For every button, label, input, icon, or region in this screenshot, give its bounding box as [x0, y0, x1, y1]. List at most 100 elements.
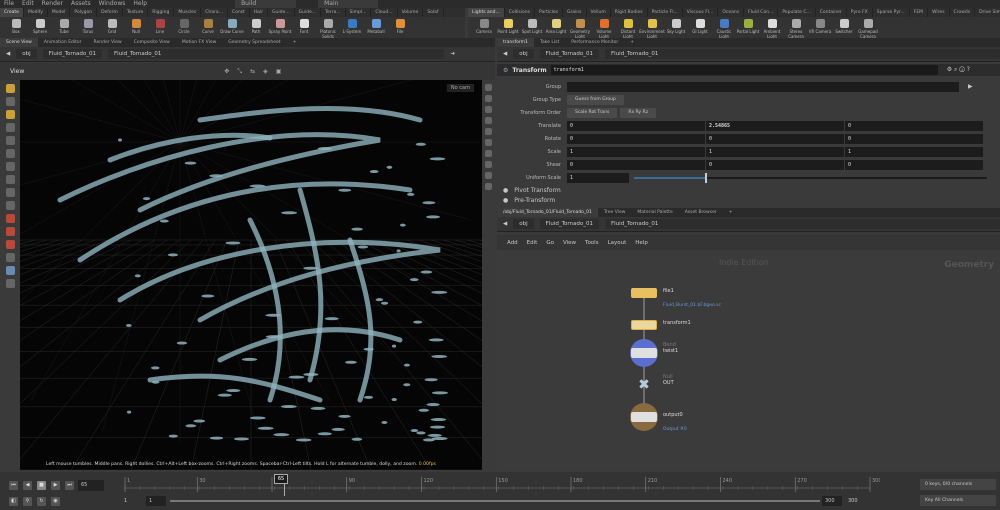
node-name[interactable]: twist1: [663, 348, 678, 354]
group-type-menu[interactable]: Guess from Group: [567, 94, 624, 105]
shelf-tool[interactable]: Volume Light: [592, 17, 616, 38]
shelf-tool[interactable]: GI Light: [688, 17, 712, 34]
viewport-tool-icons[interactable]: ✥⤡⇆◈▣: [224, 68, 289, 76]
pane-tab[interactable]: Asset Browser: [679, 210, 723, 215]
network-menu-item[interactable]: View: [563, 240, 576, 246]
param-field[interactable]: 0: [845, 133, 983, 144]
audio-button[interactable]: ◧: [9, 497, 18, 506]
right-toolbar[interactable]: [482, 80, 495, 470]
network-editor[interactable]: Indie Edition Geometry file1 Fluid_Burst_…: [497, 250, 1000, 470]
pivot-transform-folder[interactable]: Pivot Transform: [514, 187, 560, 194]
shelf-tool[interactable]: Portal Light: [736, 17, 760, 34]
loop-button[interactable]: ↻: [37, 497, 46, 506]
back-icon[interactable]: ◀: [6, 51, 10, 57]
uniform-scale-field[interactable]: 1: [567, 172, 629, 183]
shelf-tool[interactable]: Grid: [100, 17, 124, 34]
param-field[interactable]: 0: [845, 159, 983, 170]
pane-tab[interactable]: Animation Editor: [38, 40, 88, 45]
network-menu-item[interactable]: Edit: [527, 240, 538, 246]
path-object[interactable]: Fluid_Tornado_01: [42, 49, 102, 59]
shelf-tab[interactable]: Muscles: [174, 8, 202, 17]
timeline-ruler[interactable]: 1306090120150180210240270300: [120, 474, 880, 496]
desktop-select[interactable]: Build: [235, 0, 297, 8]
shelf-tool[interactable]: Switcher: [832, 17, 856, 34]
param-field[interactable]: 0: [567, 120, 705, 131]
start-frame[interactable]: 1: [124, 498, 127, 504]
shelf-tab[interactable]: Polygon: [70, 8, 98, 17]
play-button[interactable]: ▶: [51, 481, 60, 490]
shelf-tool[interactable]: Circle: [172, 17, 196, 34]
pane-tab[interactable]: Render View: [88, 40, 128, 45]
node-twist1[interactable]: [631, 348, 657, 358]
current-frame-field[interactable]: 65: [78, 480, 104, 491]
shelf-tool[interactable]: Sky Light: [664, 17, 688, 34]
shelf-tab[interactable]: Grains: [563, 8, 587, 17]
jump-start-button[interactable]: ⏮: [9, 481, 18, 490]
pane-tab[interactable]: Material Palette: [631, 210, 678, 215]
main-select[interactable]: Main: [318, 0, 379, 8]
param-field[interactable]: 1: [706, 146, 844, 157]
path-obj[interactable]: obj: [513, 49, 534, 59]
shelf-tool[interactable]: Geometry Light: [568, 17, 592, 38]
path-geo[interactable]: Fluid_Tornado_01: [108, 49, 445, 59]
shelf-tab[interactable]: Lights and...: [468, 8, 505, 17]
shelf-tab[interactable]: Deform: [97, 8, 123, 17]
param-field[interactable]: 0: [706, 133, 844, 144]
shelf-tab[interactable]: Particle Fl...: [648, 8, 683, 17]
add-tab-icon[interactable]: +: [624, 40, 640, 45]
range-slider[interactable]: [170, 500, 820, 502]
shelf-tool[interactable]: Font: [292, 17, 316, 34]
shelf-tool[interactable]: Tube: [52, 17, 76, 34]
network-menu-item[interactable]: Layout: [608, 240, 627, 246]
shelf-tool[interactable]: Stereo Camera: [784, 17, 808, 38]
pane-tab[interactable]: Composite View: [128, 40, 176, 45]
shelf-tab[interactable]: Pyro FX: [847, 8, 873, 17]
node-name[interactable]: OUT: [663, 380, 674, 386]
shelf-tool[interactable]: Sphere: [28, 17, 52, 34]
pane-tab[interactable]: Geometry Spreadsheet: [222, 40, 286, 45]
shelf-tab[interactable]: Sparse Pyr...: [873, 8, 910, 17]
shelf-tool[interactable]: Curve: [196, 17, 220, 34]
add-tab-icon[interactable]: +: [287, 40, 303, 45]
shelf-tool[interactable]: Point Light: [496, 17, 520, 34]
rotate-order-menu[interactable]: Rx Ry Rz: [620, 107, 656, 118]
menu-edit[interactable]: Edit: [22, 0, 34, 8]
back-icon[interactable]: ◀: [503, 221, 507, 227]
jump-end-button[interactable]: ⏭: [65, 481, 74, 490]
shelf-tool[interactable]: Platonic Solids: [316, 17, 340, 38]
shelf-tool[interactable]: Caustic Light: [712, 17, 736, 38]
param-field[interactable]: 0: [567, 159, 705, 170]
shelf-tab[interactable]: Texture: [123, 8, 149, 17]
key-all-channels-button[interactable]: Key All Channels: [920, 495, 996, 506]
left-toolbar[interactable]: [0, 80, 20, 470]
pre-transform-folder[interactable]: Pre-Transform: [514, 197, 555, 204]
end-frame[interactable]: 300: [848, 498, 858, 504]
frame-marker[interactable]: 65: [274, 474, 288, 484]
shelf-tool[interactable]: Metaball: [364, 17, 388, 34]
shelf-tab[interactable]: Fluid Con...: [744, 8, 779, 17]
group-field[interactable]: [567, 81, 959, 92]
pane-tab[interactable]: Tree View: [598, 210, 632, 215]
uniform-scale-slider[interactable]: [634, 172, 987, 183]
shelf-tab[interactable]: Rigid Bodies: [611, 8, 648, 17]
node-name-field[interactable]: transform1: [550, 65, 938, 75]
pane-tab[interactable]: transform1: [497, 38, 534, 47]
param-field[interactable]: 1: [845, 146, 983, 157]
shelf-tool[interactable]: File: [388, 17, 412, 34]
shelf-tool[interactable]: Torus: [76, 17, 100, 34]
shelf-tab[interactable]: FEM: [910, 8, 929, 17]
menu-help[interactable]: Help: [133, 0, 147, 8]
shelf-tab[interactable]: Volume: [398, 8, 424, 17]
transform-order-menu[interactable]: Scale Rot Trans: [567, 107, 618, 118]
shelf-tool[interactable]: L-System: [340, 17, 364, 34]
shelf-tool[interactable]: Ambient Light: [760, 17, 784, 38]
back-icon[interactable]: ◀: [503, 51, 507, 57]
path-object[interactable]: Fluid_Tornado_01: [539, 49, 599, 59]
shelf-tool[interactable]: Distant Light: [616, 17, 640, 38]
pane-tab[interactable]: Scene View: [0, 38, 38, 47]
path-geo[interactable]: Fluid_Tornado_01: [605, 219, 1000, 229]
shelf-tab[interactable]: Create: [0, 8, 24, 17]
shelf-tab[interactable]: Modify: [24, 8, 48, 17]
node-name[interactable]: file1: [663, 288, 674, 294]
shelf-tab[interactable]: Terra...: [321, 8, 346, 17]
